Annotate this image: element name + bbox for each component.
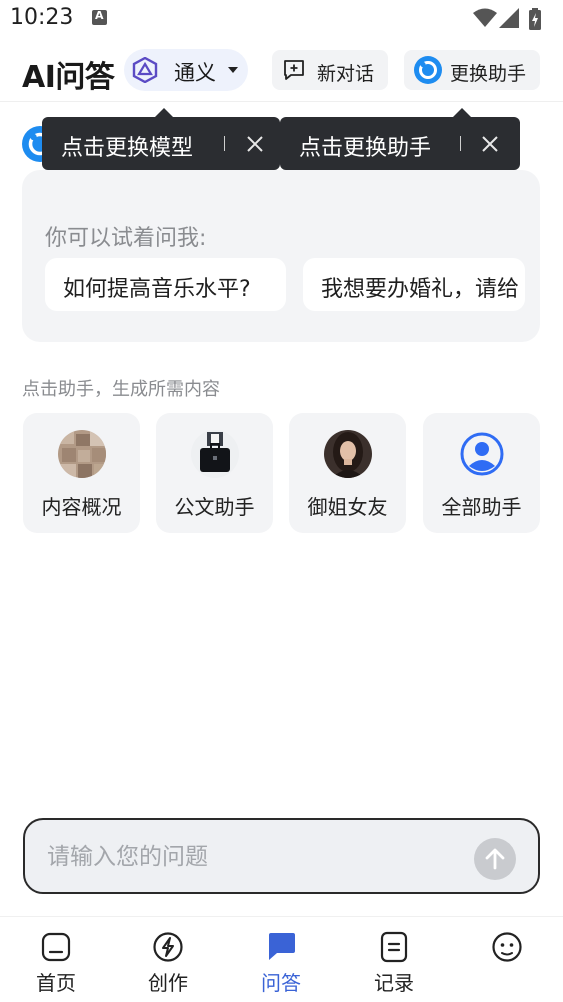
suggestion-chip-text: 如何提高音乐水平? — [63, 277, 251, 302]
nav-label: 记录 — [374, 971, 414, 995]
chevron-down-icon — [228, 67, 238, 73]
model-tooltip-text: 点击更换模型 — [61, 136, 194, 161]
assistant-label: 内容概况 — [41, 495, 122, 519]
nav-label: 问答 — [261, 971, 301, 995]
chat-bubble-icon — [269, 933, 295, 960]
user-circle-icon — [460, 432, 504, 476]
suggestion-chip[interactable]: 如何提高音乐水平? — [45, 258, 286, 311]
briefcase-avatar-icon — [191, 430, 239, 478]
nav-label: 首页 — [36, 971, 76, 995]
bottom-nav: 首页 创作 问答 记录 — [0, 916, 563, 1002]
nav-label: 创作 — [148, 971, 188, 995]
nav-item-create[interactable]: 创作 — [128, 917, 208, 1002]
assistant-tile-document[interactable]: 公文助手 — [156, 413, 273, 533]
suggestion-chip[interactable]: 我想要办婚礼，请给 — [303, 258, 525, 311]
close-icon[interactable] — [480, 134, 500, 154]
assistants-section-label: 点击助手，生成所需内容 — [22, 379, 220, 400]
question-input[interactable] — [47, 840, 447, 874]
lightning-icon — [153, 932, 183, 962]
tooltip-separator — [224, 136, 225, 151]
smiley-icon — [492, 932, 522, 962]
assistant-label: 公文助手 — [174, 495, 255, 519]
top-header: AI问答 通义 新对话 更换助手 — [0, 40, 563, 102]
status-bar: 10:23 — [0, 0, 563, 38]
model-tooltip: 点击更换模型 — [42, 108, 280, 170]
tooltip-arrow — [453, 108, 471, 117]
swap-assistant-button[interactable]: 更换助手 — [404, 50, 540, 90]
status-time: 10:23 — [10, 5, 74, 30]
assistant-tooltip-text: 点击更换助手 — [299, 136, 432, 161]
assistant-tile-all[interactable]: 全部助手 — [423, 413, 540, 533]
wood-texture-avatar-icon — [58, 430, 106, 478]
wifi-icon — [473, 8, 497, 27]
list-icon — [380, 931, 408, 963]
model-label: 通义 — [174, 61, 216, 85]
swap-assistant-label: 更换助手 — [450, 63, 527, 85]
suggestion-prompt: 你可以试着问我: — [45, 226, 207, 251]
page-title: AI问答 — [22, 60, 115, 95]
signal-icon — [499, 8, 519, 28]
home-icon — [41, 932, 71, 962]
nav-item-records[interactable]: 记录 — [354, 917, 434, 1002]
close-icon[interactable] — [245, 134, 265, 154]
nav-item-home[interactable]: 首页 — [16, 917, 96, 1002]
assistant-tooltip: 点击更换助手 — [280, 108, 520, 170]
new-chat-icon — [284, 60, 304, 80]
app-notification-icon — [92, 9, 107, 25]
new-chat-label: 新对话 — [317, 63, 375, 85]
assistant-label: 全部助手 — [441, 495, 522, 519]
question-input-box — [23, 818, 540, 894]
suggestion-card: 你可以试着问我: 如何提高音乐水平? 我想要办婚礼，请给 — [22, 170, 540, 342]
nav-item-qa[interactable]: 问答 — [241, 917, 321, 1002]
tooltip-arrow — [155, 108, 173, 117]
tooltip-separator — [460, 136, 461, 151]
suggestion-chip-text: 我想要办婚礼，请给 — [321, 277, 520, 302]
model-selector[interactable]: 通义 — [124, 49, 248, 91]
assistant-tile-content-summary[interactable]: 内容概况 — [23, 413, 140, 533]
nav-item-profile[interactable] — [467, 917, 547, 1002]
assistant-label: 御姐女友 — [307, 495, 388, 519]
assistant-logo-icon — [414, 56, 442, 84]
portrait-avatar-icon — [324, 430, 372, 478]
send-button[interactable] — [474, 838, 516, 880]
battery-icon — [529, 8, 541, 30]
assistant-tile-girlfriend[interactable]: 御姐女友 — [289, 413, 406, 533]
new-chat-button[interactable]: 新对话 — [272, 50, 388, 90]
tongyi-model-icon — [132, 57, 158, 83]
arrow-up-icon — [485, 848, 505, 870]
